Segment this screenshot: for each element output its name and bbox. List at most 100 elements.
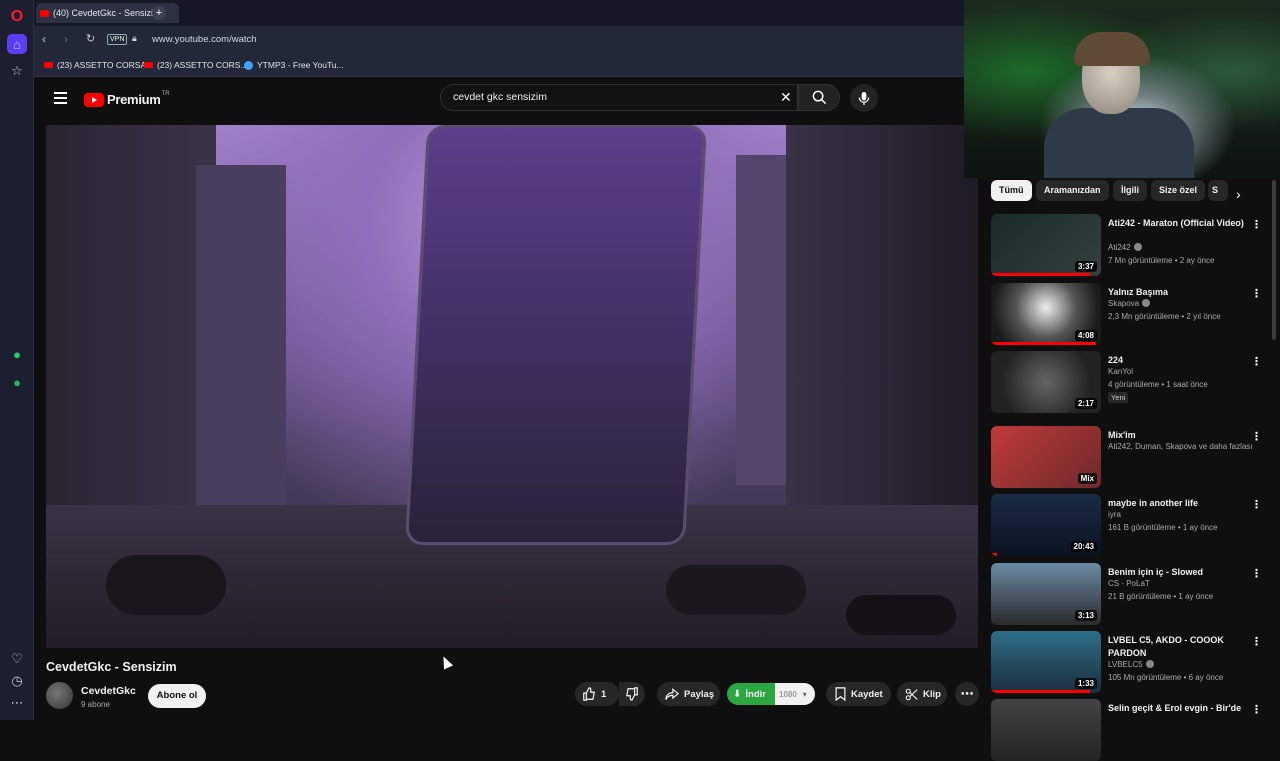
recommendation-item[interactable]: 4:08 Yalnız Başıma Skapova 2,3 Mn görüntüle… [991, 283, 1271, 345]
opera-logo-icon[interactable]: O [8, 8, 26, 26]
video-title: CevdetGkc - Sensizim [46, 660, 177, 674]
more-options-icon[interactable]: ⋮ [1251, 430, 1262, 443]
chip-for-you[interactable]: Size özel [1151, 180, 1206, 201]
history-icon[interactable]: ◷ [8, 672, 26, 690]
share-button[interactable]: Paylaş [657, 682, 720, 706]
voice-search-button[interactable] [850, 84, 878, 112]
channel-name[interactable]: CevdetGkc [81, 685, 136, 697]
chip-all[interactable]: Tümü [991, 180, 1032, 201]
search-input[interactable]: cevdet gkc sensizim [440, 84, 798, 111]
recommendation-item[interactable]: 3:37 Ati242 - Maraton (Official Video) Ati… [991, 214, 1271, 276]
heart-icon[interactable]: ♡ [8, 650, 26, 668]
search-icon [812, 90, 826, 105]
recommendation-item[interactable]: 20:43 maybe in another life iyra 161 B görü… [991, 494, 1271, 556]
recommendation-title[interactable]: maybe in another life [1108, 497, 1248, 510]
channel-avatar[interactable] [46, 682, 73, 709]
like-count: 1 [601, 688, 607, 700]
recommendation-item[interactable]: Selin geçit & Erol evgin - Bir'de ⋮ [991, 699, 1271, 761]
more-options-icon[interactable]: ⋮ [1251, 355, 1262, 368]
bookmark-1[interactable]: (23) ASSETTO CORSA... [44, 60, 153, 70]
recommendation-item[interactable]: Mix Mix'im Ati242, Duman, Skapova ve daha … [991, 426, 1271, 488]
share-icon [665, 687, 679, 700]
recommendation-title[interactable]: Ati242 - Maraton (Official Video) [1108, 217, 1248, 230]
new-badge: Yeni [1108, 392, 1129, 403]
lock-icon[interactable]: 🔒︎ [132, 33, 137, 44]
scrollbar[interactable] [1272, 180, 1276, 340]
more-options-icon[interactable]: ⋮ [1251, 287, 1262, 300]
video-duration: 4:08 [1074, 330, 1097, 341]
menu-icon[interactable] [54, 92, 67, 107]
back-icon[interactable]: ‹ [42, 32, 46, 46]
recommendation-title[interactable]: Benim için iç - Slowed [1108, 566, 1248, 579]
video-thumbnail[interactable]: 2:17 [991, 351, 1101, 413]
watch-progress-bar [991, 273, 1090, 276]
download-button[interactable]: ⬇ İndir 1080 ▾ [727, 683, 815, 705]
video-thumbnail[interactable]: 3:37 [991, 214, 1101, 276]
recommendation-title[interactable]: Selin geçit & Erol evgin - Bir'de [1108, 702, 1248, 715]
more-actions-button[interactable]: ⋯ [955, 682, 979, 706]
recommendation-channel[interactable]: LVBELC5 [1108, 660, 1154, 669]
more-options-icon[interactable]: ⋮ [1251, 567, 1262, 580]
dislike-button[interactable] [619, 682, 645, 706]
recommendation-meta: 4 görüntüleme • 1 saat önce [1108, 380, 1208, 389]
more-options-icon[interactable]: ⋮ [1251, 498, 1262, 511]
video-thumbnail[interactable]: Mix [991, 426, 1101, 488]
tab-bar: (40) CevdetGkc - Sensizim + [34, 0, 964, 26]
recommendation-channel[interactable]: Skapova [1108, 299, 1151, 308]
clip-label: Klip [923, 688, 941, 700]
channel-label: Skapova [1108, 299, 1140, 308]
verified-icon [1145, 660, 1154, 668]
bookmark-3[interactable]: YTMP3 - Free YouTu... [244, 60, 344, 70]
chip-from-search[interactable]: Aramanızdan [1036, 180, 1109, 201]
channel-label: iyra [1108, 510, 1121, 519]
url-field[interactable]: www.youtube.com/watch [152, 34, 257, 45]
more-options-icon[interactable]: ⋮ [1251, 703, 1262, 716]
recommendation-item[interactable]: 2:17 224 KanYol 4 görüntüleme • 1 saat önce… [991, 351, 1271, 413]
clip-button[interactable]: Klip [897, 682, 947, 706]
recommendation-channel[interactable]: CS - PoLaT [1108, 579, 1150, 588]
webcam-person-hair [1074, 32, 1150, 66]
search-button[interactable] [798, 84, 840, 111]
recommendation-item[interactable]: 1:33 LVBEL C5, AKDO - COOOK PARDON LVBELC5… [991, 631, 1271, 693]
mouse-cursor [438, 654, 454, 670]
chevron-right-icon[interactable]: › [1236, 186, 1241, 202]
video-thumbnail[interactable]: 4:08 [991, 283, 1101, 345]
recommendation-item[interactable]: 3:13 Benim için iç - Slowed CS - PoLaT 21 B… [991, 563, 1271, 625]
recommendation-channel[interactable]: KanYol [1108, 367, 1133, 376]
reload-icon[interactable]: ↻ [86, 32, 95, 45]
recommendation-title[interactable]: Yalnız Başıma [1108, 286, 1248, 299]
microphone-icon [858, 91, 870, 105]
clear-search-icon[interactable]: ✕ [780, 89, 792, 106]
recommendation-channel[interactable]: Ati242, Duman, Skapova ve daha fazlası [1108, 442, 1253, 451]
chip-more[interactable]: S [1208, 180, 1228, 201]
save-button[interactable]: Kaydet [826, 682, 891, 706]
forward-icon[interactable]: › [64, 32, 68, 46]
recommendation-title[interactable]: 224 [1108, 354, 1248, 367]
quality-select[interactable]: 1080 ▾ [775, 683, 815, 705]
home-icon[interactable]: ⌂ [7, 34, 27, 54]
more-options-icon[interactable]: ⋮ [1251, 218, 1262, 231]
video-thumbnail[interactable]: 20:43 [991, 494, 1101, 556]
recommendation-title[interactable]: LVBEL C5, AKDO - COOOK PARDON [1108, 634, 1248, 659]
like-button[interactable]: 1 [575, 682, 619, 706]
youtube-logo[interactable]: Premium TR [84, 91, 170, 107]
video-thumbnail[interactable]: 1:33 [991, 631, 1101, 693]
video-thumbnail[interactable] [991, 699, 1101, 761]
bookmark-2[interactable]: (23) ASSETTO CORS... [144, 60, 248, 70]
subscribe-button[interactable]: Abone ol [148, 684, 206, 708]
video-player[interactable] [46, 125, 978, 648]
more-options-icon[interactable]: ⋮ [1251, 635, 1262, 648]
star-icon[interactable]: ☆ [8, 62, 26, 80]
vpn-badge[interactable]: VPN [107, 34, 128, 45]
whatsapp-icon[interactable]: ● [8, 345, 26, 363]
new-tab-button[interactable]: + [152, 6, 166, 20]
video-thumbnail[interactable]: 3:13 [991, 563, 1101, 625]
recommendation-title[interactable]: Mix'im [1108, 429, 1248, 442]
spotify-icon[interactable]: ● [8, 373, 26, 391]
more-icon[interactable]: ⋯ [8, 694, 26, 712]
youtube-favicon-icon [144, 62, 153, 68]
share-label: Paylaş [684, 688, 715, 700]
chip-related[interactable]: İlgili [1113, 180, 1147, 201]
recommendation-channel[interactable]: iyra [1108, 510, 1121, 519]
recommendation-channel[interactable]: Ati242 [1108, 243, 1142, 252]
